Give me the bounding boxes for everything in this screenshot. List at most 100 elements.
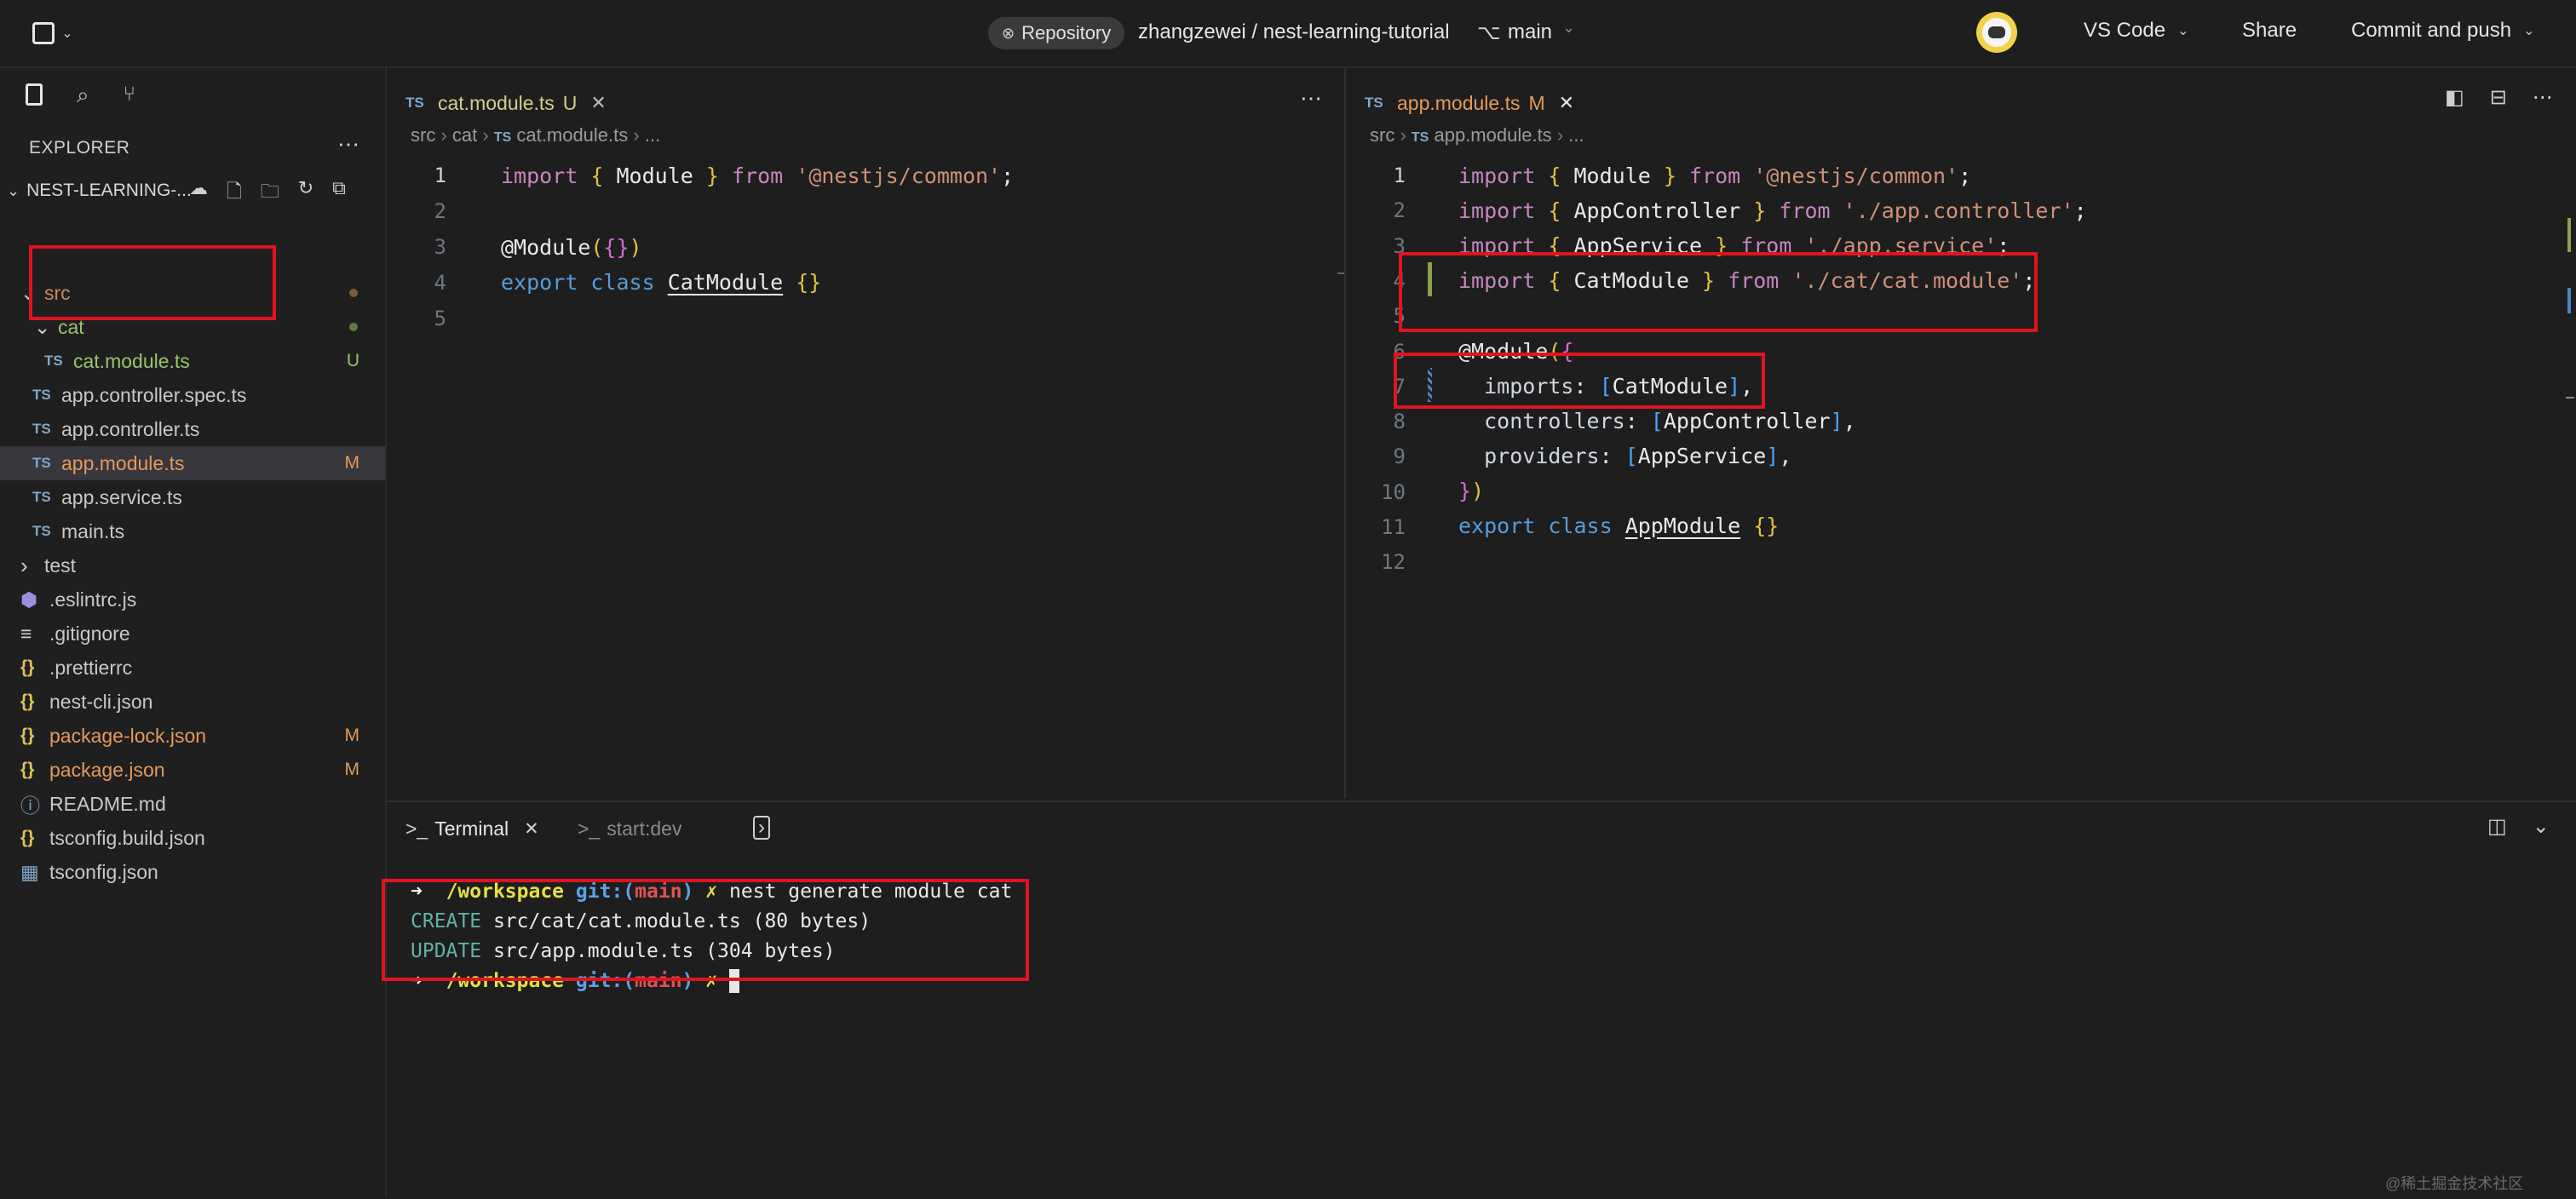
code-line-8[interactable]: controllers: [AppController],	[1458, 404, 1856, 438]
new-folder-icon[interactable]: 🗀	[261, 177, 279, 209]
file-tree-item[interactable]: {} nest-cli.json	[0, 685, 385, 719]
file-tree-item[interactable]: {} package-lock.json M	[0, 719, 385, 753]
repo-icon: ⊗	[1002, 24, 1015, 42]
branch-name[interactable]: main	[1508, 20, 1552, 44]
code-line-3[interactable]: @Module({})	[501, 230, 642, 264]
avatar[interactable]	[1976, 12, 2017, 53]
file-tree-item[interactable]: TS app.service.ts	[0, 480, 385, 514]
json-icon: {}	[20, 726, 35, 745]
line-number: 4	[434, 271, 446, 295]
gitignore-icon: ≡	[20, 622, 32, 645]
chevron-down-icon: ⌄	[2523, 24, 2535, 38]
vscode-dropdown[interactable]: VS Code ⌄	[2084, 19, 2188, 43]
line-number: 1	[1393, 164, 1406, 187]
code-line-1[interactable]: import { Module } from '@nestjs/common';	[1458, 158, 1971, 192]
file-tree-item[interactable]: ⓘ README.md	[0, 787, 385, 821]
more-actions-icon[interactable]: ⋯	[337, 131, 359, 158]
branch-chevron-icon[interactable]: ⌄	[1562, 19, 1575, 37]
chevron-down-icon[interactable]: ⌄	[2533, 814, 2550, 839]
file-tree-item[interactable]: ≡ .gitignore	[0, 617, 385, 651]
terminal-icon: >_	[578, 818, 601, 840]
search-icon[interactable]: ⌕	[77, 83, 89, 106]
tab-status: U	[562, 91, 578, 114]
code-line-10[interactable]: })	[1458, 473, 1484, 508]
toggle-sidebar-icon[interactable]: ◧	[2445, 85, 2464, 110]
file-tree-label: app.service.ts	[61, 485, 182, 508]
repo-badge[interactable]: ⊗ Repository	[988, 17, 1125, 49]
cloud-download-icon[interactable]: ☁	[189, 177, 208, 209]
file-tree-item[interactable]: {} package.json M	[0, 753, 385, 787]
split-editor-icon[interactable]: ⊟	[2490, 85, 2507, 110]
overview-ruler-cursor	[2566, 397, 2574, 399]
tab-start-dev-label: start:dev	[607, 818, 682, 840]
crumb-file[interactable]: app.module.ts	[1434, 124, 1551, 146]
git-status-badge: M	[344, 453, 360, 473]
close-icon[interactable]: ✕	[1559, 92, 1574, 114]
typescript-icon: TS	[32, 387, 51, 403]
tab-terminal[interactable]: >_ Terminal ✕	[405, 818, 539, 840]
typescript-icon: TS	[32, 421, 51, 437]
new-terminal-icon[interactable]: ›	[753, 816, 770, 840]
crumb-cat[interactable]: cat	[452, 124, 477, 146]
square-icon	[32, 22, 55, 44]
code-line-11[interactable]: export class AppModule {}	[1458, 508, 1779, 542]
breadcrumb: src › TS app.module.ts › ...	[1370, 124, 1584, 146]
editor-more-icon[interactable]: ⋯	[2533, 85, 2553, 110]
crumb-src[interactable]: src	[411, 124, 435, 146]
file-tree-item[interactable]: {} .prettierrc	[0, 651, 385, 685]
file-tree-item[interactable]: › test	[0, 548, 385, 582]
code-line-9[interactable]: providers: [AppService],	[1458, 439, 1791, 473]
tab-app-module[interactable]: TS app.module.ts M ✕	[1365, 80, 1574, 126]
file-tree-item[interactable]: TS app.module.ts M	[0, 446, 385, 480]
crumb-ellipsis[interactable]: ...	[1568, 124, 1584, 146]
close-icon[interactable]: ✕	[524, 818, 539, 840]
window-menu-button[interactable]: ⌄	[26, 19, 80, 48]
file-tree-item[interactable]: TS app.controller.spec.ts	[0, 378, 385, 412]
file-tree-label: main.ts	[61, 519, 125, 542]
crumb-src[interactable]: src	[1370, 124, 1394, 146]
status-dot	[349, 289, 358, 297]
tsconfig-icon: ▦	[20, 860, 39, 883]
code-line-4[interactable]: export class CatModule {}	[501, 265, 821, 299]
files-icon[interactable]	[26, 83, 43, 106]
code-line-2[interactable]: import { AppController } from './app.con…	[1458, 193, 2087, 227]
file-tree-item[interactable]: ⬢ .eslintrc.js	[0, 582, 385, 617]
file-tree-item[interactable]: TS main.ts	[0, 514, 385, 548]
crumb-ellipsis[interactable]: ...	[645, 124, 660, 146]
share-button[interactable]: Share	[2242, 19, 2297, 43]
file-tree-item[interactable]: TS cat.module.ts U	[0, 344, 385, 378]
highlight-import-catmodule	[1399, 252, 2038, 332]
editor-more-icon[interactable]: ⋯	[1300, 85, 1322, 112]
repo-path[interactable]: zhangzewei / nest-learning-tutorial	[1138, 20, 1450, 44]
file-tree-label: package-lock.json	[49, 724, 207, 747]
collapse-all-icon[interactable]: ⧉	[332, 177, 346, 209]
file-tree-item[interactable]: {} tsconfig.build.json	[0, 821, 385, 855]
typescript-icon: TS	[1411, 130, 1429, 145]
breadcrumb: src › cat › TS cat.module.ts › ...	[411, 124, 661, 146]
top-bar: ⌄ ⊗ Repository zhangzewei / nest-learnin…	[0, 0, 2576, 68]
split-terminal-icon[interactable]: ◫	[2487, 814, 2507, 839]
refresh-icon[interactable]: ↻	[298, 177, 313, 209]
close-icon[interactable]: ✕	[590, 92, 606, 114]
overview-ruler-mark	[1337, 272, 1344, 274]
tab-status: M	[1528, 91, 1545, 114]
tab-cat-module[interactable]: TS cat.module.ts U ✕	[405, 80, 607, 126]
typescript-icon: TS	[44, 353, 63, 369]
tab-start-dev[interactable]: >_ start:dev	[578, 818, 681, 840]
overview-ruler-modified	[2567, 288, 2571, 313]
file-tree-item[interactable]: TS app.controller.ts	[0, 412, 385, 446]
source-control-icon[interactable]: ⑂	[124, 83, 135, 106]
file-tree-label: README.md	[49, 792, 166, 815]
new-file-icon[interactable]: 🗋	[227, 177, 242, 209]
git-status-badge: U	[346, 351, 359, 370]
file-tree-label: app.controller.spec.ts	[61, 383, 247, 406]
code-line-1[interactable]: import { Module } from '@nestjs/common';	[501, 158, 1014, 192]
line-number: 3	[1393, 233, 1406, 258]
typescript-icon: TS	[32, 455, 51, 471]
commit-push-button[interactable]: Commit and push ⌄	[2351, 19, 2535, 43]
line-number: 9	[1393, 445, 1406, 469]
crumb-file[interactable]: cat.module.ts	[516, 124, 628, 146]
vscode-label: VS Code	[2084, 19, 2166, 42]
file-tree-item[interactable]: ▦ tsconfig.json	[0, 855, 385, 889]
line-number: 3	[434, 235, 446, 259]
